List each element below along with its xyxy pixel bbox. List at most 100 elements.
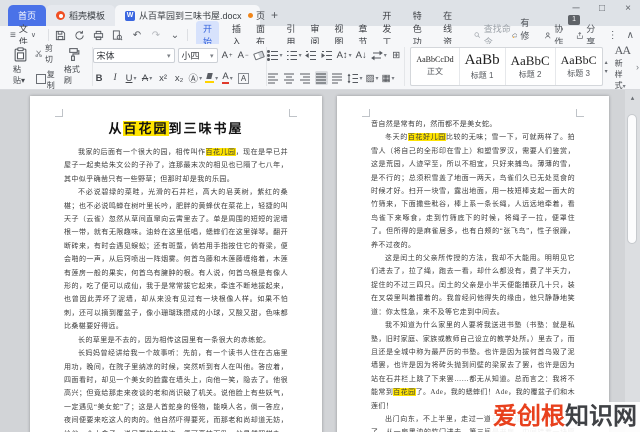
borders-button[interactable]: ▦ ▾ [382,71,395,85]
style-gallery-down-button[interactable]: ▾ [605,68,608,75]
cut-button[interactable]: 剪切 [35,43,58,65]
style-item-标题 1[interactable]: AaBb 标题 1 [458,48,505,85]
style-sample: AaBbCcDd [416,55,454,64]
paragraph-layout-icon [370,50,383,60]
character-shading-button[interactable]: A [237,71,250,85]
font-size-select[interactable]: 小四 ▾ [177,48,218,63]
save-icon [56,30,66,40]
close-button[interactable]: × [622,3,634,14]
paragraph-layout-caret-icon: ▾ [383,52,387,59]
document-page-1[interactable]: 从百花园到三味书屋 我家的后面有一个很大的园，相传叫作百花儿园，现在是早已并屋子一… [30,96,322,432]
font-size-value: 小四 [181,51,200,61]
line-spacing-button[interactable]: ▾ [347,71,363,85]
numbering-button[interactable]: ▾ [286,48,302,62]
document-paragraph: 我家的后面有一个很大的园，相传叫作百花儿园，现在是早已并屋子一起卖给朱文公的子孙… [64,146,288,186]
strikethrough-button[interactable]: A ▾ [141,71,154,85]
style-gallery-up-button[interactable]: ▴ [605,59,608,66]
style-label: 标题 2 [518,69,542,79]
bold-button[interactable]: B [93,71,106,85]
justify-icon [316,73,327,83]
undo-button[interactable]: ↶ [131,29,143,41]
scrollbar-thumb[interactable] [627,114,637,244]
subscript-button[interactable]: x₂ [173,71,186,85]
shrink-font-button[interactable]: A − [237,49,250,63]
page-2-content: 音自然是常有的，然而都不是美女蛇。 冬天的百花好儿园比较的无味；雪一下，可就两样了… [371,118,575,432]
highlighted-text: 百花儿园 [205,148,236,156]
align-left-button[interactable] [267,71,280,85]
tab-docer-label: 稻壳模板 [69,11,106,21]
increase-indent-button[interactable] [321,48,334,62]
style-gallery: AaBbCcDd 正文 AaBb 标题 1 AaBbC 标题 2 AaBbC 标题 3 [410,47,603,86]
redo-button[interactable]: ↷ [150,29,162,41]
margin-crop-mark [55,109,63,117]
copy-icon [35,73,46,84]
format-painter-button[interactable]: 格式刷 [60,47,87,86]
superscript-button[interactable]: x² [157,71,170,85]
text-direction-button[interactable]: A↕ ▾ [337,48,352,62]
justify-button[interactable] [314,71,328,85]
ribbon-expand-button[interactable]: › [636,62,639,72]
text-direction-caret-icon: ▾ [348,52,352,59]
underline-button[interactable]: U ▾ [125,71,138,85]
new-style-button[interactable]: AA 新样式▾ [610,43,635,90]
bullets-icon [266,49,278,61]
highlighted-text: 百花好儿园 [407,133,446,142]
pinyin-caret-icon: ▾ [199,75,203,82]
clear-format-button[interactable] [253,49,266,63]
font-color-caret-icon: ▾ [229,75,233,82]
shading-button[interactable]: ▨ ▾ [366,71,379,85]
watermark-secondary-text: 知识网 [565,403,637,430]
align-right-icon [300,73,311,83]
minimize-button[interactable]: ─ [570,3,582,14]
style-item-标题 3[interactable]: AaBbC 标题 3 [554,48,602,85]
grow-font-button[interactable]: A + [221,49,234,63]
new-style-label: 新样式 [614,58,623,90]
scissors-icon [35,50,42,58]
more-options-button[interactable]: ⋮ [608,30,618,41]
bullets-button[interactable]: ▾ [266,48,283,62]
text-highlight-button[interactable]: ▾ [205,71,218,85]
font-family-select[interactable]: 宋体 ▾ [92,48,175,63]
style-label: 正文 [426,67,443,76]
tab-docer-templates[interactable]: 稻壳模板 [46,5,116,26]
vertical-scrollbar[interactable]: ▴ [625,90,640,432]
scroll-up-button[interactable]: ▴ [625,94,640,102]
numbering-caret-icon: ▾ [298,52,302,59]
format-painter-label: 格式刷 [63,65,80,85]
align-center-icon [284,73,295,83]
shading-caret-icon: ▾ [375,75,379,82]
align-center-button[interactable] [283,71,296,85]
bullets-caret-icon: ▾ [279,52,283,59]
document-area: 从百花园到三味书屋 我家的后面有一个很大的园，相传叫作百花儿园，现在是早已并屋子一… [0,90,640,432]
margin-crop-mark [362,109,370,117]
font-group: 宋体 ▾ 小四 ▾ A + A − B I U ▾ A ▾ x² x₂ Ⓐ ▾ ▾ A ▾ … [92,47,267,86]
style-item-正文[interactable]: AaBbCcDd 正文 [411,48,458,85]
pinyin-guide-button[interactable]: Ⓐ ▾ [189,71,203,85]
copy-button[interactable]: 复制 [35,69,58,91]
print-preview-icon [113,29,123,40]
maximize-button[interactable]: □ [596,3,608,14]
style-item-标题 2[interactable]: AaBbC 标题 2 [504,48,555,85]
customize-toolbar-button[interactable]: ⌄ [169,29,181,41]
italic-button[interactable]: I [109,71,122,85]
distribute-button[interactable] [331,71,344,85]
sync-button[interactable] [74,29,86,41]
customize-icon: ⌄ [170,29,180,41]
highlighted-text: 百花园 [393,388,416,397]
insert-table-button[interactable]: ⊞ [390,48,403,62]
collapse-ribbon-button[interactable]: ∧ [627,30,634,41]
font-color-button[interactable]: A ▾ [221,71,234,85]
document-paragraph: 冬天的百花好儿园比较的无味；雪一下，可就两样了。拍雪人（将自己的全形印在雪上）和… [371,131,575,252]
char-shading-icon: A [237,72,250,84]
save-button[interactable] [55,29,67,41]
align-right-button[interactable] [299,71,312,85]
align-left-icon [268,73,279,83]
paragraph-layout-button[interactable]: ▾ [370,48,387,62]
document-paragraph: 长的草里是不去的，因为相传这园里有一条很大的赤练蛇。 [64,334,288,347]
print-preview-button[interactable] [112,29,124,41]
paste-button[interactable]: 粘贴▾ [9,47,33,86]
print-button[interactable] [93,29,105,41]
document-page-2[interactable]: 音自然是常有的，然而都不是美女蛇。 冬天的百花好儿园比较的无味；雪一下，可就两样了… [337,96,609,432]
decrease-indent-button[interactable] [305,48,318,62]
sort-button[interactable]: A↓ [355,48,368,62]
